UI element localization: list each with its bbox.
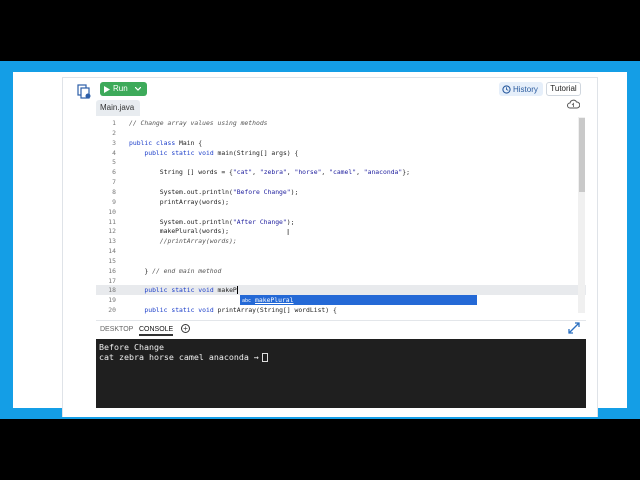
code-line[interactable]: 18 public static void makeP <box>96 285 586 296</box>
code-text: //printArray(words); <box>129 237 237 246</box>
autocomplete-suggestion[interactable]: abc makePlural <box>240 295 477 305</box>
tab-console[interactable]: CONSOLE <box>139 326 174 336</box>
line-number: 20 <box>108 306 116 315</box>
line-number: 8 <box>112 187 116 196</box>
code-text: } // end main method <box>129 266 222 275</box>
console-line: Before Change <box>99 342 164 352</box>
line-number: 15 <box>108 256 116 265</box>
code-line[interactable]: 1 // Change array values using methods <box>96 118 586 128</box>
tab-desktop[interactable]: DESKTOP <box>100 326 133 333</box>
editor-scrollbar-thumb[interactable] <box>579 118 585 192</box>
code-text: public class Main { <box>129 138 203 147</box>
line-number: 9 <box>112 197 116 206</box>
code-line[interactable]: 12 makePlural(words); <box>96 226 586 236</box>
line-number: 18 <box>108 286 116 295</box>
console-tab-bar: DESKTOP CONSOLE + <box>96 320 586 338</box>
console-output[interactable]: Before Change cat zebra horse camel anac… <box>96 339 586 408</box>
cloud-icon[interactable] <box>567 99 580 110</box>
code-editor[interactable]: 1 // Change array values using methods 2 3 p… <box>96 116 586 316</box>
code-line[interactable]: 14 <box>96 246 586 256</box>
play-icon <box>104 85 110 93</box>
chevron-down-icon <box>134 87 141 91</box>
history-button[interactable]: History <box>499 82 543 96</box>
text-cursor-icon: I <box>287 228 290 237</box>
tutorial-button[interactable]: Tutorial <box>546 82 581 96</box>
add-tab-button[interactable]: + <box>181 324 190 333</box>
console-line-with-cursor: cat zebra horse camel anaconda → <box>99 352 583 362</box>
history-icon <box>502 84 511 94</box>
code-line[interactable]: 4 public static void main(String[] args)… <box>96 148 586 158</box>
code-text: System.out.println("Before Change"); <box>129 187 299 196</box>
code-line[interactable]: 7 <box>96 177 586 187</box>
line-number: 13 <box>108 237 116 246</box>
code-line[interactable]: 9 printArray(words); <box>96 197 586 207</box>
line-number: 11 <box>108 217 116 226</box>
run-button[interactable]: Run <box>100 82 147 96</box>
code-text: public static void printArray(String[] w… <box>144 306 337 315</box>
line-number: 2 <box>112 128 116 137</box>
line-number: 17 <box>108 276 116 285</box>
file-tab-main-java[interactable]: Main.java <box>96 100 140 116</box>
line-number: 7 <box>112 178 116 187</box>
code-line[interactable]: 5 <box>96 157 586 167</box>
console-input-cursor[interactable] <box>261 353 268 362</box>
editor-caret <box>236 286 238 295</box>
line-number: 5 <box>112 158 116 167</box>
line-number: 6 <box>112 168 116 177</box>
line-number: 12 <box>108 227 116 236</box>
code-line[interactable]: 3 public class Main { <box>96 138 586 148</box>
history-label: History <box>513 84 538 94</box>
code-line[interactable]: 8 System.out.println("Before Change"); <box>96 187 586 197</box>
line-number: 16 <box>108 266 116 275</box>
code-line[interactable]: 2 <box>96 128 586 138</box>
code-text: String [] words = {"cat", "zebra", "hors… <box>129 168 410 177</box>
code-text: public static void main(String[] args) { <box>144 148 299 157</box>
line-number: 1 <box>112 119 116 127</box>
code-text: System.out.println("After Change"); <box>129 217 295 226</box>
line-number: 14 <box>108 247 116 256</box>
autocomplete-suggestion-text: makePlural <box>255 296 294 304</box>
code-line[interactable]: 10 <box>96 207 586 217</box>
code-line[interactable]: 16 } // end main method <box>96 266 586 276</box>
line-number: 4 <box>112 148 116 157</box>
line-number: 10 <box>108 207 116 216</box>
line-number: 3 <box>112 138 116 147</box>
code-line[interactable]: 17 <box>96 276 586 286</box>
autocomplete-badge: abc <box>242 298 252 304</box>
expand-icon[interactable] <box>568 322 580 334</box>
code-line[interactable]: 13 //printArray(words); <box>96 236 586 246</box>
code-text: public static void makeP <box>144 286 238 295</box>
console-line: cat zebra horse camel anaconda → <box>99 352 259 362</box>
code-line[interactable]: 11 System.out.println("After Change"); <box>96 217 586 227</box>
run-label: Run <box>113 84 128 93</box>
code-line[interactable]: 6 String [] words = {"cat", "zebra", "ho… <box>96 167 586 177</box>
line-number: 19 <box>108 296 116 305</box>
code-line[interactable]: 15 <box>96 256 586 266</box>
code-line[interactable]: 20 public static void printArray(String[… <box>96 305 586 315</box>
code-text: printArray(words); <box>129 197 230 206</box>
code-text: makePlural(words); <box>129 227 230 236</box>
code-text: // Change array values using methods <box>129 119 268 127</box>
files-icon[interactable] <box>77 84 91 99</box>
